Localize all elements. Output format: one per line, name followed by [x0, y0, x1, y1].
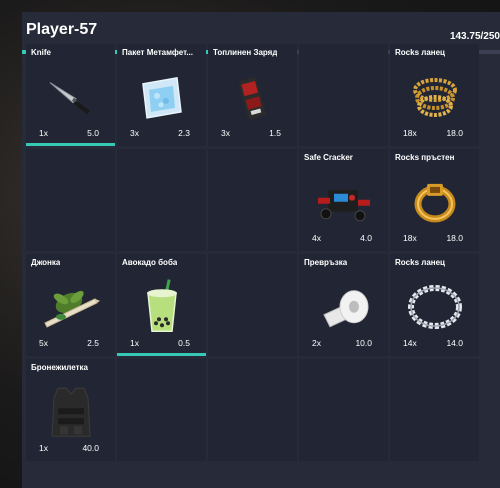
item-quantity: 2x	[312, 338, 321, 348]
item-durability-bar	[117, 353, 206, 356]
inventory-slot[interactable]	[299, 44, 388, 146]
inventory-panel: Player-57 143.75/250 Knife 1x 5.0 Пакет …	[22, 12, 500, 488]
thermal-charge-icon	[238, 77, 265, 120]
item-quantity: 18x	[403, 128, 417, 138]
inventory-slot[interactable]: Пакет Метамфет... 3x 2.3	[117, 44, 206, 146]
item-name: Rocks пръстен	[395, 153, 455, 162]
item-weight: 2.5	[87, 338, 99, 348]
item-name: Авокадо боба	[122, 258, 178, 267]
item-name: Rocks ланец	[395, 258, 445, 267]
item-quantity: 1x	[39, 443, 48, 453]
item-weight: 18.0	[446, 233, 463, 243]
item-quantity: 4x	[312, 233, 321, 243]
inventory-slot[interactable]: Джонка 5x 2.5	[26, 254, 115, 356]
bandage-icon	[322, 290, 368, 328]
joint-icon	[43, 290, 100, 328]
inventory-slot[interactable]	[390, 359, 479, 461]
item-quantity: 1x	[130, 338, 139, 348]
item-weight: 10.0	[355, 338, 372, 348]
item-quantity: 18x	[403, 233, 417, 243]
item-name: Бронежилетка	[31, 363, 88, 372]
item-name: Safe Cracker	[304, 153, 353, 162]
item-name: Превръзка	[304, 258, 348, 267]
inventory-slot[interactable]	[299, 359, 388, 461]
item-weight: 40.0	[82, 443, 99, 453]
diamond-chain-icon	[407, 285, 462, 329]
item-weight: 2.3	[178, 128, 190, 138]
gold-ring-icon	[414, 183, 455, 223]
item-weight: 14.0	[446, 338, 463, 348]
inventory-slot[interactable]: Rocks пръстен 18x 18.0	[390, 149, 479, 251]
safe-cracker-icon	[317, 189, 370, 222]
inventory-slot[interactable]	[117, 149, 206, 251]
inventory-slot[interactable]	[26, 149, 115, 251]
player-name: Player-57	[26, 21, 98, 38]
item-quantity: 14x	[403, 338, 417, 348]
item-name: Knife	[31, 48, 51, 57]
item-quantity: 3x	[221, 128, 230, 138]
inventory-slot[interactable]	[117, 359, 206, 461]
inventory-grid: Knife 1x 5.0 Пакет Метамфет... 3x 2.3 То…	[26, 44, 479, 461]
inventory-slot[interactable]: Knife 1x 5.0	[26, 44, 115, 146]
inventory-slot[interactable]: Авокадо боба 1x 0.5	[117, 254, 206, 356]
item-name: Топлинен Заряд	[213, 48, 278, 57]
inventory-slot[interactable]: Rocks ланец 14x 14.0	[390, 254, 479, 356]
body-armor-icon	[50, 387, 91, 437]
item-weight: 5.0	[87, 128, 99, 138]
item-weight: 4.0	[360, 233, 372, 243]
inventory-slot[interactable]	[208, 359, 297, 461]
item-name: Пакет Метамфет...	[122, 48, 193, 57]
knife-icon	[49, 82, 90, 115]
inventory-slot[interactable]: Бронежилетка 1x 40.0	[26, 359, 115, 461]
item-quantity: 1x	[39, 128, 48, 138]
item-quantity: 3x	[130, 128, 139, 138]
inventory-slot[interactable]: Превръзка 2x 10.0	[299, 254, 388, 356]
boba-drink-icon	[146, 279, 177, 332]
item-quantity: 5x	[39, 338, 48, 348]
inventory-slot[interactable]	[208, 254, 297, 356]
weight-capacity: 143.75/250	[449, 31, 500, 42]
inventory-slot[interactable]: Rocks ланец 18x 18.0	[390, 44, 479, 146]
meth-bag-icon	[141, 76, 182, 119]
item-durability-bar	[26, 143, 115, 146]
item-weight: 18.0	[446, 128, 463, 138]
item-name: Rocks ланец	[395, 48, 445, 57]
item-weight: 1.5	[269, 128, 281, 138]
inventory-slot[interactable]	[208, 149, 297, 251]
inventory-slot[interactable]: Топлинен Заряд 3x 1.5	[208, 44, 297, 146]
gold-chain-icon	[412, 78, 457, 117]
item-name: Джонка	[31, 258, 61, 267]
inventory-slot[interactable]: Safe Cracker 4x 4.0	[299, 149, 388, 251]
item-weight: 0.5	[178, 338, 190, 348]
